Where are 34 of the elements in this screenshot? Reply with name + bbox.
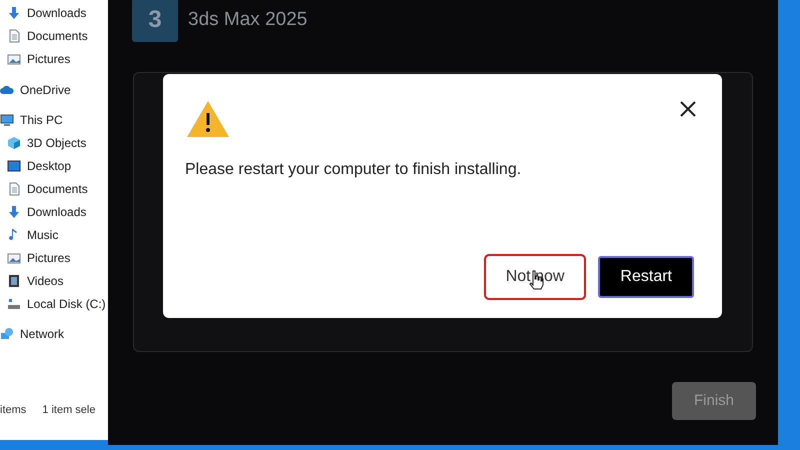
app-logo: 3: [132, 0, 178, 42]
cube-icon: [7, 136, 21, 150]
nav-item[interactable]: Downloads: [0, 200, 108, 223]
nav-item[interactable]: Network: [0, 322, 108, 345]
dialog-message: Please restart your computer to finish installing.: [185, 160, 522, 180]
image-icon: [7, 52, 21, 66]
network-icon: [0, 326, 14, 340]
down-arrow-icon: [7, 6, 21, 20]
nav-item[interactable]: Downloads: [0, 1, 108, 24]
film-icon: [7, 274, 21, 288]
restart-button[interactable]: Restart: [598, 256, 694, 298]
monitor-icon: [0, 112, 14, 126]
document-icon: [7, 182, 21, 196]
down-arrow-icon: [7, 204, 21, 218]
nav-item[interactable]: 3D Objects: [0, 131, 108, 154]
app-title: 3ds Max 2025: [188, 8, 308, 32]
drive-icon: [7, 296, 21, 310]
status-text: items: [0, 402, 26, 418]
document-icon: [7, 28, 21, 42]
image-icon: [7, 250, 21, 264]
status-text: 1 item sele: [42, 402, 96, 418]
close-icon[interactable]: [679, 100, 697, 118]
nav-item[interactable]: Music: [0, 223, 108, 246]
nav-item[interactable]: Desktop: [0, 154, 108, 177]
nav-item[interactable]: Pictures: [0, 47, 108, 70]
nav-item[interactable]: Local Disk (C:): [0, 292, 108, 315]
nav-item[interactable]: OneDrive: [0, 78, 108, 101]
nav-item[interactable]: This PC: [0, 108, 108, 131]
warning-icon: [185, 99, 231, 139]
nav-item[interactable]: Documents: [0, 24, 108, 47]
nav-item[interactable]: Documents: [0, 177, 108, 200]
desktop-icon: [7, 158, 21, 172]
nav-item[interactable]: Pictures: [0, 246, 108, 269]
nav-item[interactable]: Videos: [0, 269, 108, 292]
